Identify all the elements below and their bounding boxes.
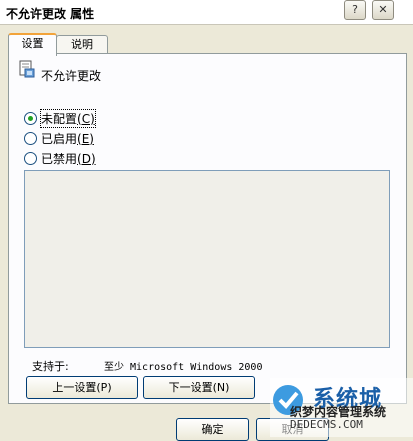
policy-name: 不允许更改 <box>41 69 102 83</box>
title-bar: 不允许更改 属性 ? ✕ <box>0 0 413 25</box>
policy-icon <box>19 60 35 78</box>
radio-label: 已启用(E) <box>41 131 94 146</box>
radio-button[interactable] <box>24 111 37 125</box>
close-button[interactable]: ✕ <box>372 0 394 20</box>
window-title: 不允许更改 属性 <box>6 7 95 21</box>
supported-label: 支持于: <box>32 360 69 373</box>
help-icon: ? <box>352 3 358 16</box>
next-setting-button[interactable]: 下一设置(N) <box>143 376 255 399</box>
radio-button[interactable] <box>24 151 37 165</box>
watermark-url: DEDECMS.COM <box>290 418 363 431</box>
tab-settings[interactable]: 设置 <box>8 33 57 56</box>
radio-label: 已禁用(D) <box>41 151 96 166</box>
radio-not-configured[interactable]: 未配置(C) <box>24 108 96 128</box>
help-button[interactable]: ? <box>344 0 366 20</box>
close-icon: ✕ <box>378 3 388 16</box>
tab-explain[interactable]: 说明 <box>56 35 108 54</box>
ok-button[interactable]: 确定 <box>176 418 249 441</box>
radio-enabled[interactable]: 已启用(E) <box>24 130 94 146</box>
previous-setting-button[interactable]: 上一设置(P) <box>26 376 138 399</box>
radio-button[interactable] <box>24 131 37 145</box>
radio-disabled[interactable]: 已禁用(D) <box>24 150 96 166</box>
supported-value: 至少 Microsoft Windows 2000 <box>104 362 263 373</box>
radio-label: 未配置(C) <box>40 108 96 128</box>
explain-area <box>24 170 390 348</box>
